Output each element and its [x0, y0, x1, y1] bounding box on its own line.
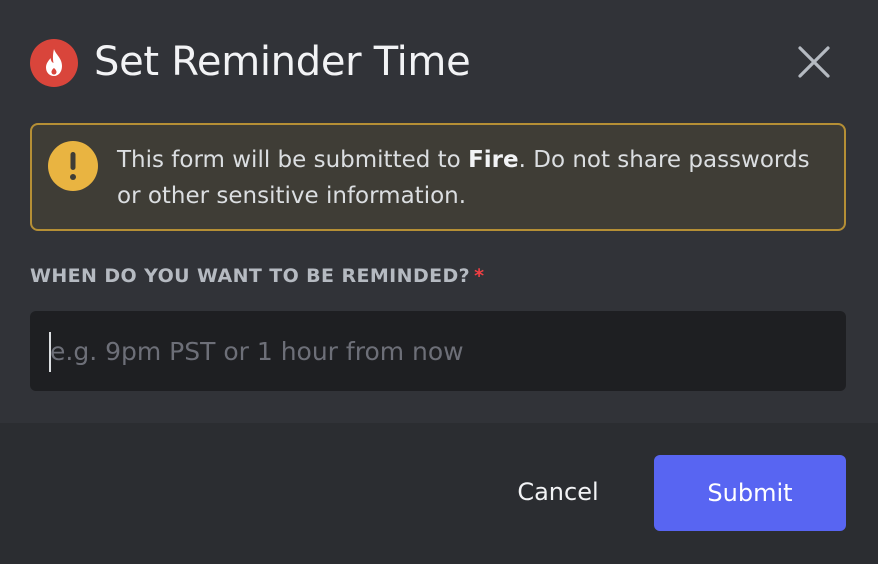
reminder-field-label-text: WHEN DO YOU WANT TO BE REMINDED?	[30, 265, 471, 287]
set-reminder-modal: Set Reminder Time This form will be subm…	[0, 0, 878, 564]
exclamation-icon	[48, 141, 98, 191]
warning-text: This form will be submitted to Fire. Do …	[117, 142, 817, 214]
modal-title: Set Reminder Time	[94, 39, 471, 85]
reminder-field-label: WHEN DO YOU WANT TO BE REMINDED? *	[30, 265, 484, 287]
close-icon	[798, 46, 830, 78]
reminder-time-input[interactable]	[30, 311, 846, 391]
text-caret	[49, 332, 51, 372]
warning-app-name: Fire	[468, 147, 519, 173]
modal-header: Set Reminder Time	[0, 0, 878, 124]
flame-icon	[30, 39, 78, 87]
required-marker: *	[474, 265, 485, 287]
cancel-button[interactable]: Cancel	[478, 454, 638, 530]
warning-text-prefix: This form will be submitted to	[117, 147, 469, 173]
submit-button[interactable]: Submit	[654, 455, 846, 531]
close-button[interactable]	[792, 40, 836, 84]
warning-banner: This form will be submitted to Fire. Do …	[30, 123, 846, 231]
